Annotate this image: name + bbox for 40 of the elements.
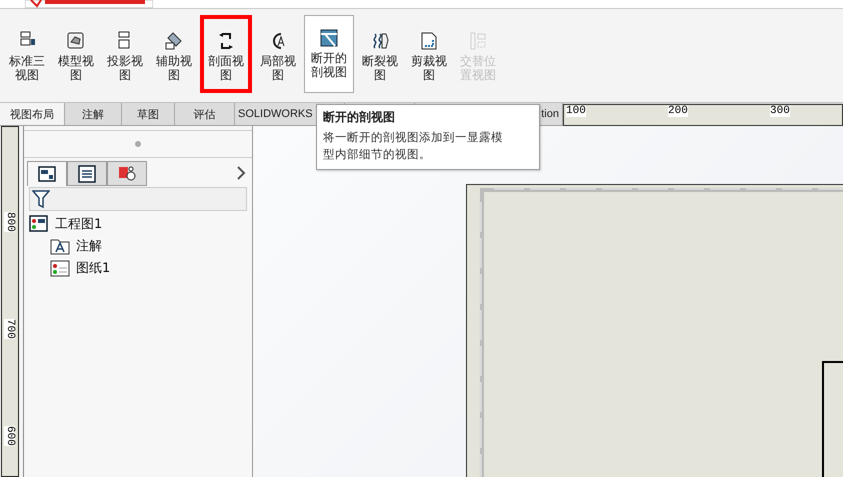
- toolbar-button[interactable]: 剪裁视图: [406, 15, 452, 93]
- ruler-label: 100: [566, 106, 586, 117]
- toolbar-button[interactable]: 剖面视图: [200, 15, 252, 93]
- tree-item[interactable]: 图纸1: [76, 259, 110, 277]
- toolbar-button[interactable]: 标准三视图: [4, 15, 50, 93]
- toolbar-button[interactable]: 投影视图: [102, 15, 148, 93]
- crop-view-icon: [419, 31, 439, 51]
- property-list-icon: [77, 164, 97, 184]
- toolbar-button[interactable]: 断裂视图: [357, 15, 403, 93]
- ribbon-tab[interactable]: 评估: [175, 103, 235, 125]
- ruler-label: 200: [668, 106, 688, 117]
- panel-tab[interactable]: [67, 161, 107, 186]
- broken-section-icon: [319, 28, 339, 48]
- tooltip-text: 将一断开的剖视图添加到一显露模型内部细节的视图。: [323, 129, 504, 163]
- drawing-document-icon: [29, 214, 49, 234]
- ruler-label: 300: [770, 106, 790, 117]
- toolbar-button[interactable]: 断开的剖视图: [304, 15, 354, 93]
- toolbar-button[interactable]: 模型视图: [53, 15, 99, 93]
- auxiliary-view-icon: [164, 31, 184, 51]
- ribbon-tab[interactable]: 草图: [122, 103, 175, 125]
- alternate-position-icon: [468, 31, 488, 51]
- ruler-label: 600: [4, 426, 15, 446]
- toolbar-button[interactable]: 局部视图: [255, 15, 301, 93]
- tree-item[interactable]: 注解: [76, 237, 102, 255]
- filter-field[interactable]: [29, 187, 247, 211]
- toolbar-button[interactable]: 辅助视图: [151, 15, 197, 93]
- ribbon-tab[interactable]: 注解: [65, 103, 122, 125]
- model-view-icon: [66, 31, 86, 51]
- ruler-label: 700: [4, 319, 15, 339]
- panel-tab[interactable]: [27, 161, 67, 186]
- tree-item[interactable]: 工程图1: [55, 215, 102, 233]
- tree-icon: [37, 164, 57, 184]
- sheet-icon: [50, 258, 70, 278]
- ribbon-tab[interactable]: 视图布局: [0, 103, 65, 125]
- panel-tab[interactable]: [107, 161, 147, 186]
- grip-handle[interactable]: [135, 141, 141, 147]
- chevron-right-icon[interactable]: [236, 166, 246, 180]
- config-icon: [117, 164, 137, 184]
- ruler-label: 800: [4, 212, 15, 232]
- filter-icon: [32, 189, 50, 209]
